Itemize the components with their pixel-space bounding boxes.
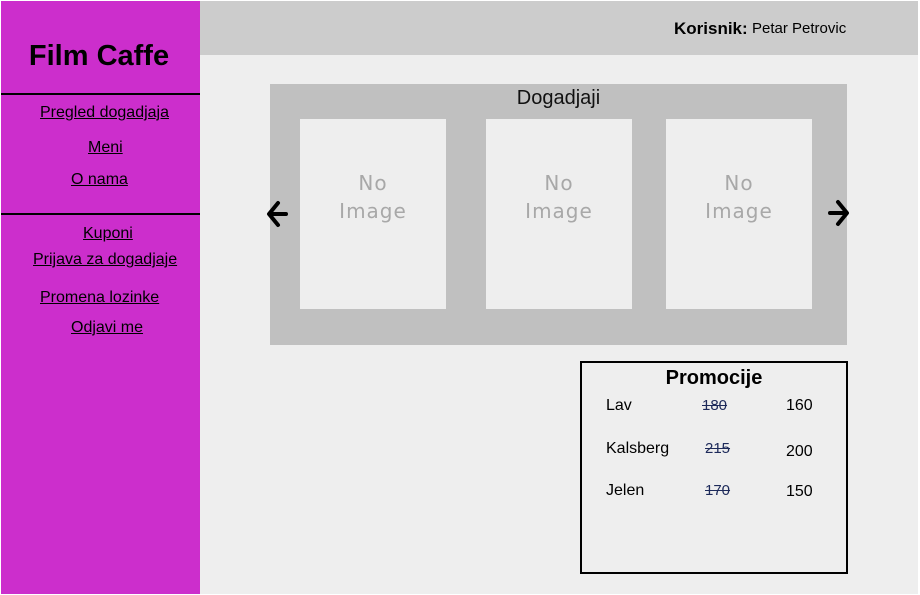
arrow-right-icon[interactable] (826, 197, 856, 234)
events-title: Dogadjaji (516, 87, 601, 109)
promo-old-price: 170 (705, 482, 731, 499)
event-card[interactable]: No Image (486, 119, 632, 309)
nav-prijava-za-dogadjaje[interactable]: Prijava za dogadjaje (33, 251, 177, 269)
promo-item-name: Jelen (606, 482, 645, 499)
promo-old-price: 180 (702, 397, 728, 414)
nav-meni[interactable]: Meni (88, 139, 123, 157)
brand-title: Film Caffe (28, 40, 170, 72)
promo-new-price: 160 (786, 397, 813, 414)
event-card[interactable]: No Image (666, 119, 812, 309)
user-name: Petar Petrovic (752, 20, 847, 37)
no-image-placeholder: No Image (525, 171, 593, 223)
nav-pregled-dogadjaja[interactable]: Pregled dogadjaja (40, 104, 169, 122)
promo-old-price: 215 (705, 440, 731, 457)
sidebar-divider (1, 93, 200, 95)
promotions-title: Promocije (665, 367, 763, 389)
nav-kuponi[interactable]: Kuponi (83, 225, 133, 243)
nav-o-nama[interactable]: O nama (71, 171, 128, 189)
promotions-box: Promocije Lav 180 160 Kalsberg 215 200 J… (580, 361, 848, 574)
promo-new-price: 150 (786, 483, 813, 500)
no-image-placeholder: No Image (339, 171, 407, 223)
promo-new-price: 200 (786, 443, 813, 460)
sidebar: Film Caffe Pregled dogadjaja Meni O nama… (1, 1, 200, 594)
nav-promena-lozinke[interactable]: Promena lozinke (40, 289, 159, 307)
sidebar-divider (1, 213, 200, 215)
arrow-left-icon[interactable] (264, 198, 294, 235)
event-card[interactable]: No Image (300, 119, 446, 309)
promo-item-name: Kalsberg (606, 440, 670, 457)
promo-item-name: Lav (606, 397, 632, 414)
no-image-placeholder: No Image (705, 171, 773, 223)
user-label: Korisnik: (674, 19, 748, 38)
nav-odjavi-me[interactable]: Odjavi me (71, 319, 143, 337)
